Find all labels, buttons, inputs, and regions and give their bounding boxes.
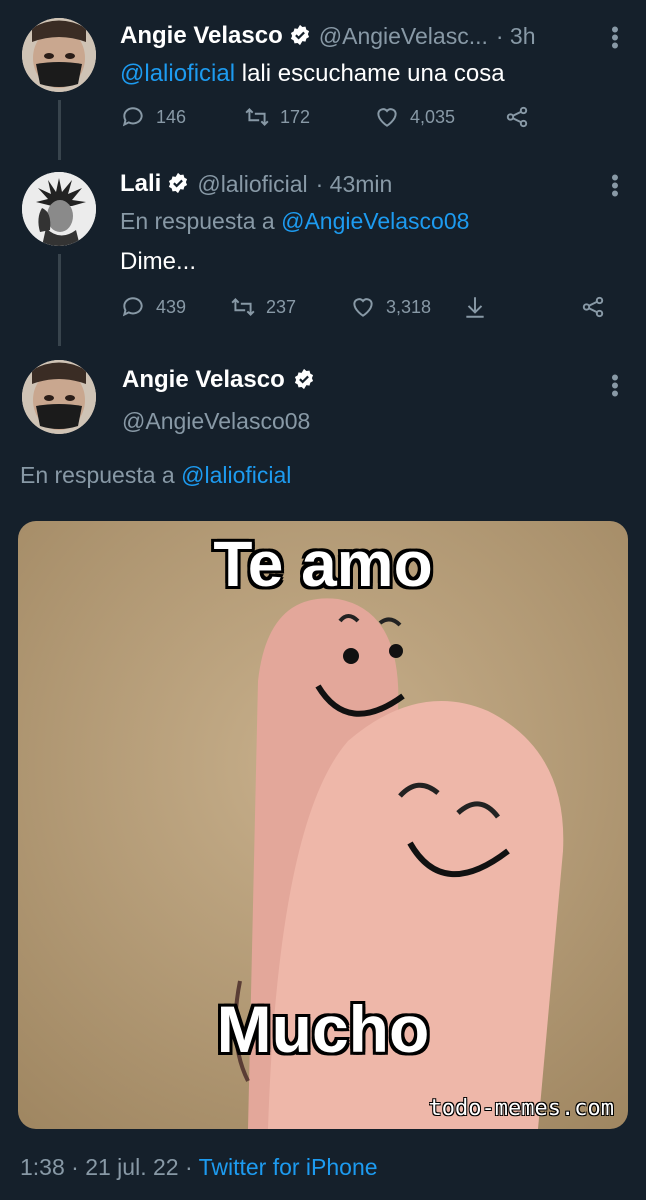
tweet-source[interactable]: Twitter for iPhone <box>199 1154 378 1180</box>
author-name[interactable]: Angie Velasco <box>122 366 285 394</box>
share-button[interactable] <box>504 104 540 130</box>
avatar-photo-image <box>22 172 96 246</box>
more-icon[interactable]: • • • <box>606 19 624 57</box>
tweet-actions: 439 237 3,318 <box>120 294 620 320</box>
avatar[interactable] <box>22 172 96 246</box>
verified-icon <box>293 368 315 392</box>
retweet-count: 172 <box>280 106 311 127</box>
like-count: 4,035 <box>410 106 456 127</box>
reply-context: En respuesta a @lalioficial <box>20 462 291 489</box>
meme-text-top: Te amo <box>213 528 433 600</box>
tweet-time[interactable]: · 3h <box>496 23 536 50</box>
tweet-timestamp: 1:38 · 21 jul. 22 · <box>20 1154 199 1180</box>
like-button[interactable]: 4,035 <box>374 104 504 130</box>
retweet-button[interactable]: 172 <box>244 104 374 130</box>
reply-icon <box>122 107 143 127</box>
thread-line <box>58 100 61 160</box>
retweet-icon <box>231 298 255 316</box>
like-icon <box>377 108 397 127</box>
reply-button[interactable]: 146 <box>120 104 244 130</box>
reply-to-link[interactable]: @lalioficial <box>181 462 291 488</box>
more-icon[interactable]: • • • <box>606 367 624 405</box>
author-name[interactable]: Lali <box>120 170 161 198</box>
reply-icon <box>122 297 143 317</box>
reply-button[interactable]: 439 <box>120 294 230 320</box>
author-handle[interactable]: @AngieVelasc... <box>319 23 488 50</box>
like-count: 3,318 <box>386 296 432 317</box>
tweet-image[interactable]: Te amo Mucho todo-memes.com <box>18 521 628 1129</box>
retweet-button[interactable]: 237 <box>230 294 350 320</box>
mention-link[interactable]: @lalioficial <box>120 60 235 87</box>
author-handle[interactable]: @AngieVelasco08 <box>122 408 310 435</box>
tweet-header: Angie Velasco @AngieVelasc... · 3h <box>120 22 600 50</box>
share-icon <box>582 296 604 318</box>
thread-line <box>58 254 61 346</box>
reply-prefix: En respuesta a <box>20 462 182 488</box>
retweet-count: 237 <box>266 296 297 317</box>
more-icon[interactable]: • • • <box>606 167 624 205</box>
tweet-actions: 146 172 4,035 <box>120 104 550 130</box>
reply-count: 439 <box>156 296 187 317</box>
reply-count: 146 <box>156 106 187 127</box>
verified-icon <box>167 172 189 196</box>
reply-prefix: En respuesta a <box>120 208 282 234</box>
avatar[interactable] <box>22 360 96 434</box>
main-tweet-header: Angie Velasco <box>122 366 315 394</box>
author-handle[interactable]: @lalioficial <box>197 171 307 198</box>
tweet-body: Dime... <box>120 248 197 275</box>
avatar[interactable] <box>22 18 96 92</box>
reply-to-link[interactable]: @AngieVelasco08 <box>281 208 469 234</box>
download-icon <box>466 297 484 318</box>
verified-icon <box>289 24 311 48</box>
share-button[interactable] <box>580 294 616 320</box>
tweet-body: lali escuchame una cosa <box>235 60 505 87</box>
meme-text-bottom: Mucho <box>216 992 430 1066</box>
meme-watermark: todo-memes.com <box>428 1096 614 1121</box>
download-button[interactable] <box>462 294 580 320</box>
reply-context: En respuesta a @AngieVelasco08 <box>120 208 469 235</box>
share-icon <box>506 106 528 128</box>
author-name[interactable]: Angie Velasco <box>120 22 283 50</box>
tweet-meta: 1:38 · 21 jul. 22 · Twitter for iPhone <box>20 1154 378 1181</box>
like-icon <box>353 298 373 317</box>
tweet-time[interactable]: · 43min <box>316 171 393 198</box>
avatar-photo-image <box>22 18 96 92</box>
avatar-photo-image <box>22 360 96 434</box>
tweet-text: @lalioficial lali escuchame una cosa <box>120 60 505 88</box>
tweet-header: Lali @lalioficial · 43min <box>120 170 600 198</box>
retweet-icon <box>245 108 269 126</box>
like-button[interactable]: 3,318 <box>350 294 462 320</box>
